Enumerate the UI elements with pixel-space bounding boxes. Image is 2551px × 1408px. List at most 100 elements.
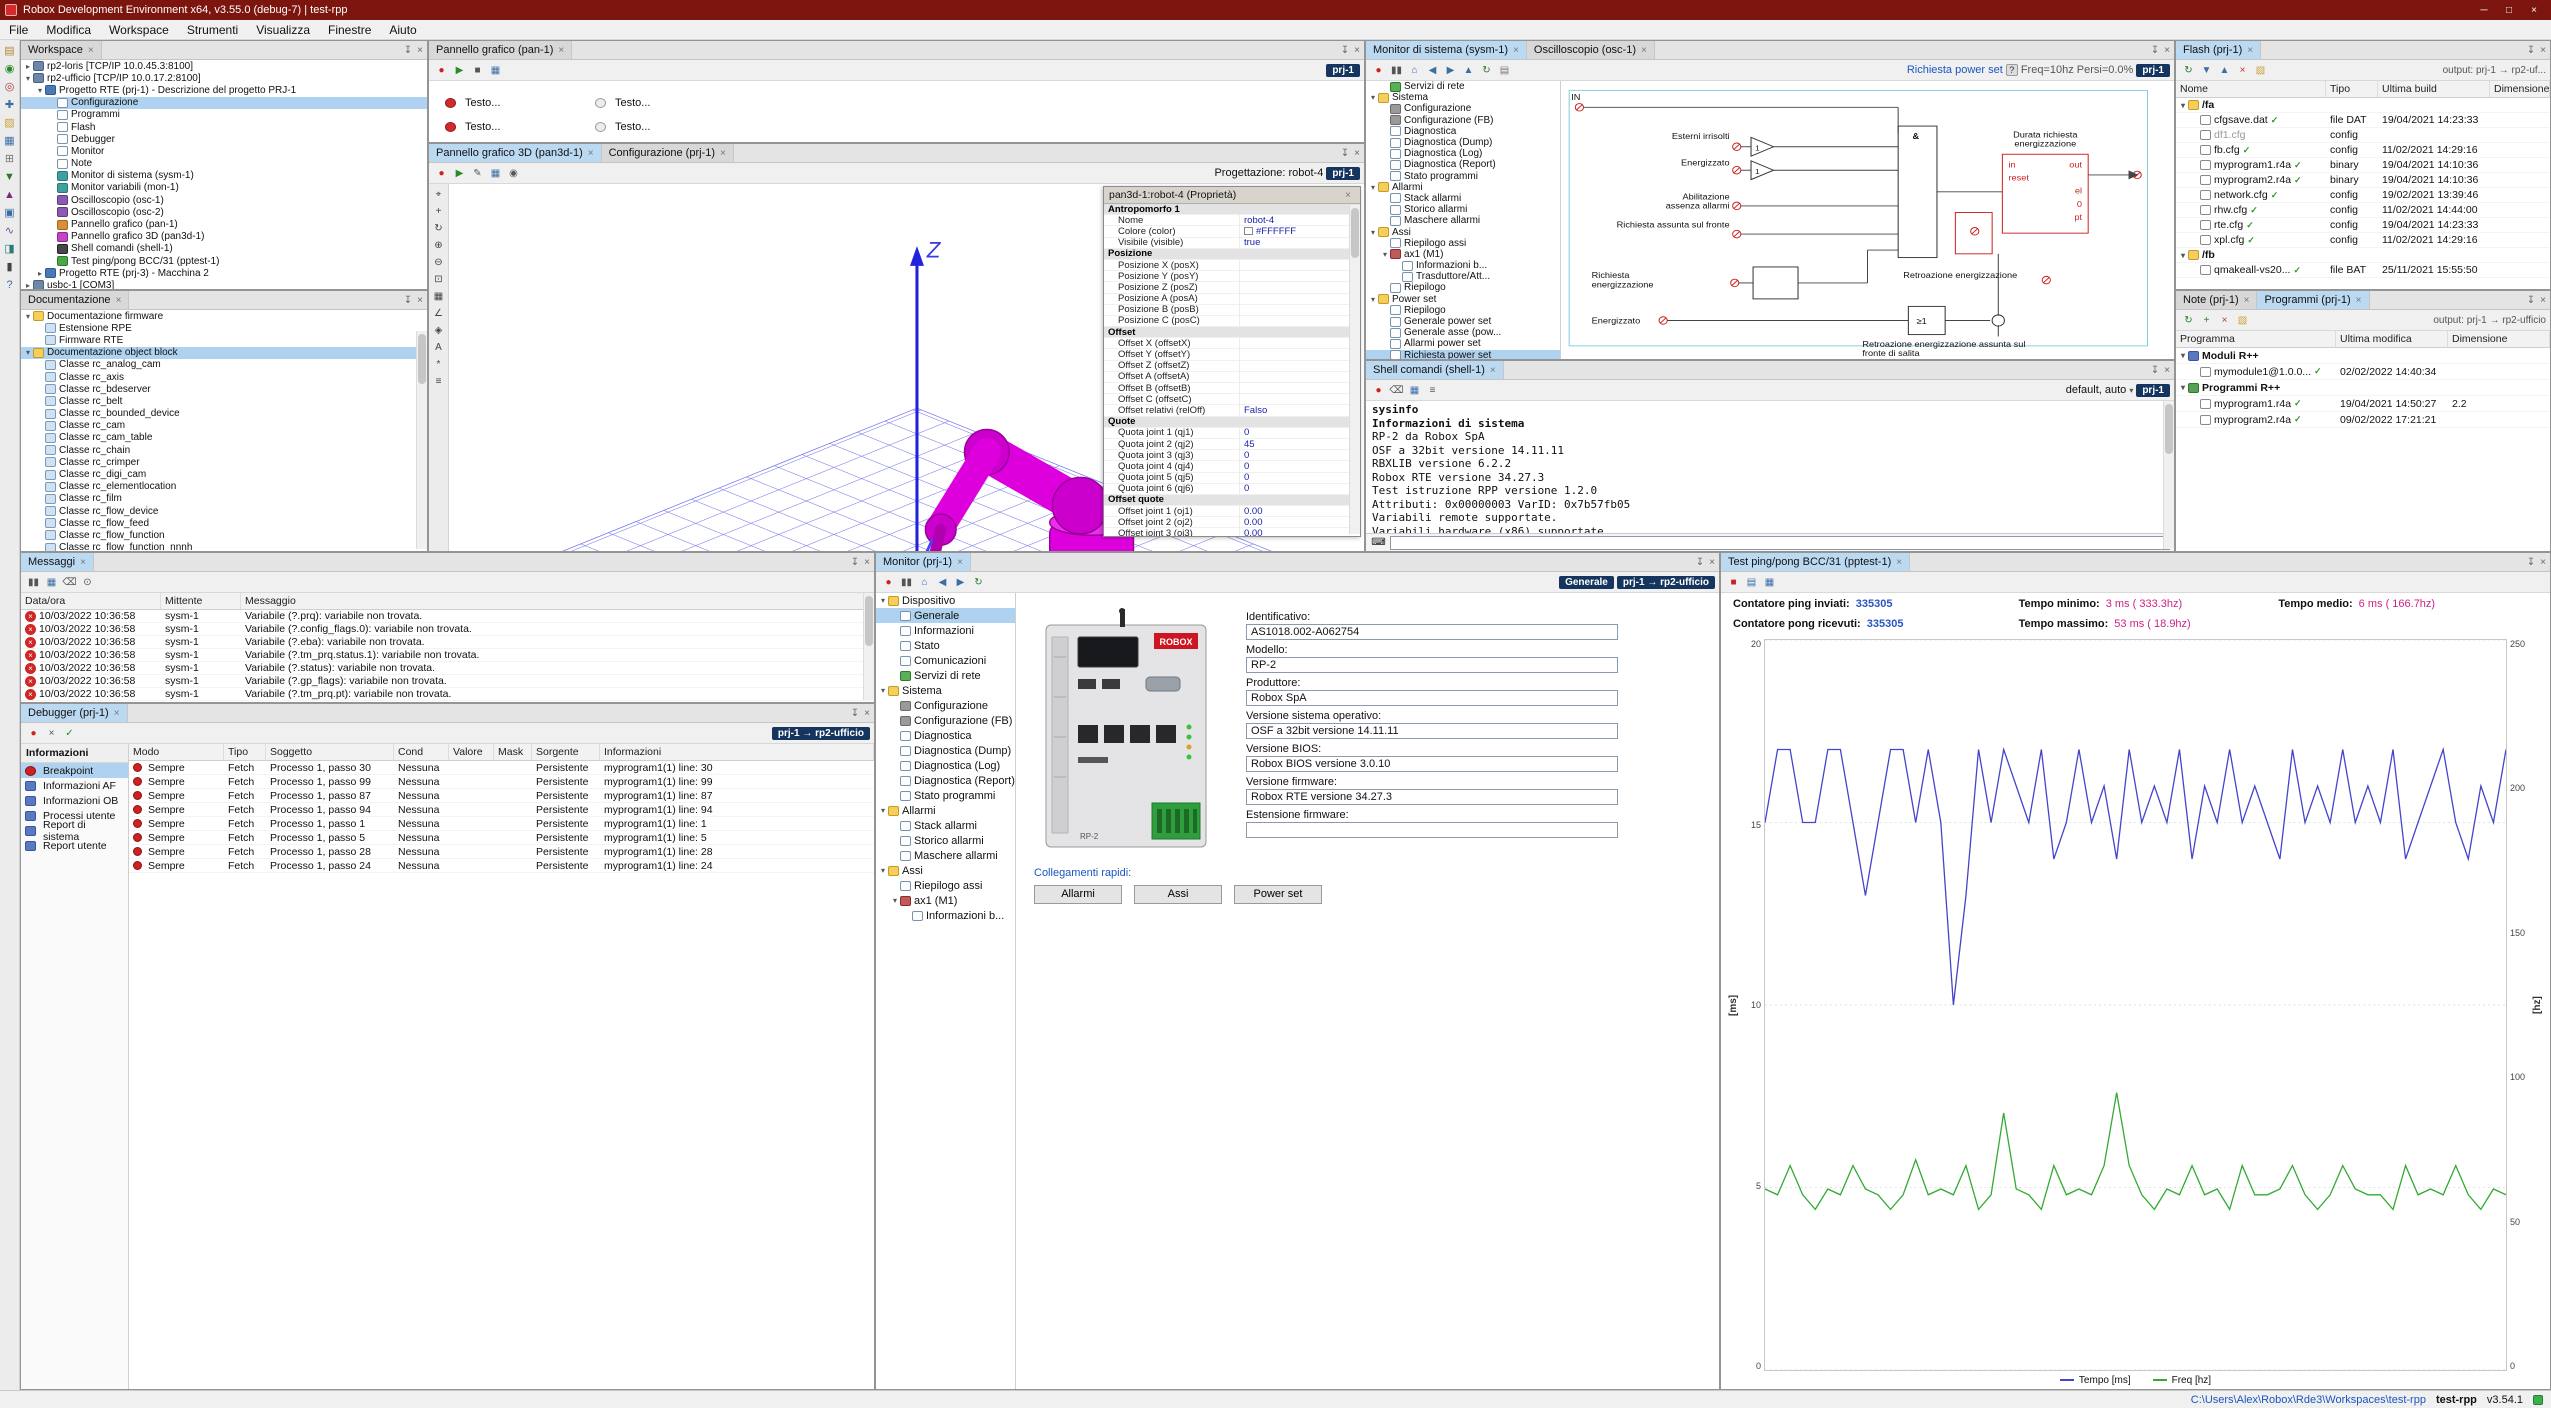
pin-icon[interactable]: ↧ (2151, 365, 2159, 376)
property-row[interactable]: Posizione X (posX) (1104, 260, 1360, 271)
table-row[interactable]: 10/03/2022 10:36:58 sysm-1 Variabile (?.… (21, 623, 874, 636)
property-row[interactable]: Quote (1104, 417, 1360, 428)
tree-item[interactable]: ▾ ax1 (M1) (1366, 249, 1560, 260)
expander-icon[interactable]: ▾ (2178, 351, 2188, 360)
close-icon[interactable]: × (2540, 557, 2546, 568)
sidebar-item[interactable]: Breakpoint (21, 763, 128, 778)
remove-icon[interactable]: × (2216, 312, 2233, 329)
oscilloscope-icon[interactable]: ∿ (2, 224, 18, 239)
scrollbar[interactable] (1349, 205, 1360, 534)
property-row[interactable]: Offset joint 2 (oj2) 0.00 (1104, 517, 1360, 528)
expander-icon[interactable]: ▸ (35, 269, 45, 278)
back-icon[interactable]: ◀ (934, 574, 951, 591)
close-icon[interactable] (1641, 44, 1647, 56)
property-row[interactable]: Offset quote (1104, 495, 1360, 506)
select-icon[interactable]: ⌖ (431, 187, 447, 202)
tree-item[interactable]: Maschere allarmi (876, 848, 1015, 863)
tab-debugger[interactable]: Debugger (prj-1) (21, 704, 128, 722)
record-icon[interactable]: ● (1370, 62, 1387, 79)
tree-item[interactable]: Diagnostica (Report) (876, 773, 1015, 788)
tree-item[interactable]: Configurazione (21, 97, 427, 109)
tree-item[interactable]: Diagnostica (Dump) (876, 743, 1015, 758)
shell-icon[interactable]: ▮ (2, 260, 18, 275)
expander-icon[interactable]: ▾ (2178, 101, 2188, 110)
panel-widget[interactable]: Testo... (595, 121, 745, 133)
table-row[interactable]: rhw.cfg ✓ config 11/02/2021 14:44:00 (2176, 203, 2550, 218)
tree-item[interactable]: Configurazione (FB) (1366, 115, 1560, 126)
field-value[interactable]: Robox SpA (1246, 690, 1618, 706)
grid-toggle-icon[interactable]: ▦ (431, 289, 447, 304)
property-row[interactable]: Posizione A (posA) (1104, 294, 1360, 305)
expander-icon[interactable]: ▾ (23, 74, 33, 83)
table-row[interactable]: 10/03/2022 10:36:58 sysm-1 Variabile (?.… (21, 688, 874, 701)
tree-item[interactable]: Stato (876, 638, 1015, 653)
field-value[interactable]: OSF a 32bit versione 14.11.11 (1246, 723, 1618, 739)
menu-item[interactable]: Finestre (319, 21, 380, 39)
breakpoint-icon[interactable] (133, 847, 142, 856)
help-icon[interactable]: ? (2006, 64, 2018, 76)
close-icon[interactable]: × (864, 557, 870, 568)
grid-icon[interactable]: ▦ (487, 165, 504, 182)
tab[interactable]: Monitor di sistema (sysm-1) (1366, 41, 1527, 59)
open-icon[interactable]: ▧ (2, 116, 18, 131)
property-row[interactable]: Quota joint 6 (qj6) 0 (1104, 484, 1360, 495)
pin-icon[interactable]: ↧ (851, 557, 859, 568)
chevron-down-icon[interactable]: ▾ (2129, 386, 2133, 395)
shell-output[interactable]: sysinfoInformazioni di sistemaRP-2 da Ro… (1366, 401, 2174, 533)
tree-item[interactable]: Storico allarmi (1366, 204, 1560, 215)
field-value[interactable]: Robox BIOS versione 3.0.10 (1246, 756, 1618, 772)
back-icon[interactable]: ◀ (1424, 62, 1441, 79)
property-row[interactable]: Offset B (offsetB) (1104, 383, 1360, 394)
close-icon[interactable] (558, 44, 564, 56)
angle-icon[interactable]: ∠ (431, 306, 447, 321)
add-breakpoint-icon[interactable]: ● (25, 725, 42, 742)
table-row[interactable]: ▾ /fa ✓ (2176, 98, 2550, 113)
table-row[interactable]: myprogram2.r4a ✓ binary 19/04/2021 14:10… (2176, 173, 2550, 188)
tree-item[interactable]: Pannello grafico (pan-1) (21, 218, 427, 230)
table-row[interactable]: fb.cfg ✓ config 11/02/2021 14:29:16 (2176, 143, 2550, 158)
tab-monitor[interactable]: Monitor (prj-1) (876, 553, 971, 571)
new-project-icon[interactable]: ✚ (2, 98, 18, 113)
record-icon[interactable]: ● (433, 165, 450, 182)
pin-icon[interactable]: ↧ (2527, 557, 2535, 568)
home-icon[interactable]: ⌂ (1406, 62, 1423, 79)
pin-icon[interactable]: ↧ (1341, 148, 1349, 159)
table-row[interactable]: xpl.cfg ✓ config 11/02/2021 14:29:16 (2176, 233, 2550, 248)
build-icon[interactable]: ⊞ (2, 152, 18, 167)
breakpoint-icon[interactable] (133, 819, 142, 828)
expander-icon[interactable]: ▾ (2178, 383, 2188, 392)
save-icon[interactable]: ▦ (1761, 574, 1778, 591)
refresh-icon[interactable]: ↻ (970, 574, 987, 591)
panel-widget[interactable]: Testo... (445, 97, 595, 109)
property-row[interactable]: Posizione Y (posY) (1104, 271, 1360, 282)
clear-icon[interactable]: ⌫ (61, 574, 78, 591)
tree-item[interactable]: ▾ Sistema (876, 683, 1015, 698)
pin-icon[interactable]: ↧ (1696, 557, 1704, 568)
tree-item[interactable]: Riepilogo assi (1366, 238, 1560, 249)
tree-item[interactable]: Stack allarmi (876, 818, 1015, 833)
table-row[interactable]: myprogram2.r4a ✓ 09/02/2022 17:21:21 (2176, 412, 2550, 428)
tree-item[interactable]: Estensione RPE (21, 322, 427, 334)
expander-icon[interactable]: ▸ (23, 281, 33, 289)
table-row[interactable]: network.cfg ✓ config 19/02/2021 13:39:46 (2176, 188, 2550, 203)
folder-icon[interactable]: ▧ (2252, 62, 2269, 79)
tree-item[interactable]: Classe rc_flow_device (21, 505, 427, 517)
tab-workspace[interactable]: Workspace (21, 41, 102, 59)
close-icon[interactable] (2244, 294, 2250, 306)
tree-item[interactable]: Diagnostica (876, 728, 1015, 743)
table-row[interactable]: Sempre Fetch Processo 1, passo 28 Nessun… (129, 845, 874, 859)
tree-item[interactable]: ▾ Assi (1366, 226, 1560, 237)
tree-item[interactable]: Stato programmi (1366, 171, 1560, 182)
property-row[interactable]: Offset A (offsetA) (1104, 372, 1360, 383)
property-row[interactable]: Offset Y (offsetY) (1104, 349, 1360, 360)
delete-icon[interactable]: × (2234, 62, 2251, 79)
folder-icon[interactable]: ▧ (2234, 312, 2251, 329)
table-row[interactable]: qmakeall-vs20... ✓ file BAT 25/11/2021 1… (2176, 263, 2550, 278)
property-row[interactable]: Offset X (offsetX) (1104, 338, 1360, 349)
pause-icon[interactable]: ▮▮ (25, 574, 42, 591)
table-row[interactable]: Sempre Fetch Processo 1, passo 5 Nessuna… (129, 831, 874, 845)
field-value[interactable]: AS1018.002-A062754 (1246, 624, 1618, 640)
tree-item[interactable]: Diagnostica (Report) (1366, 159, 1560, 170)
quick-link-button[interactable]: Assi (1134, 885, 1222, 904)
text-icon[interactable]: A (431, 340, 447, 355)
